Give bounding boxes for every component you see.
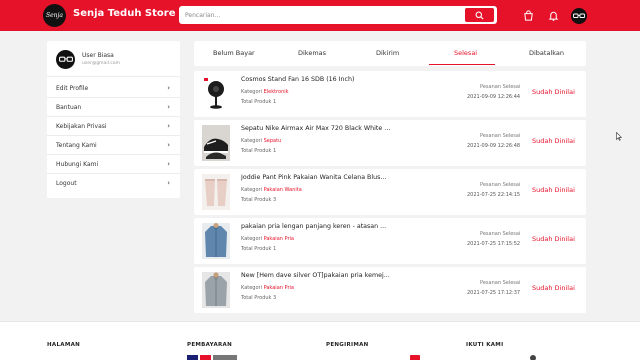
product-thumbnail-fan[interactable] bbox=[202, 76, 230, 112]
order-date: 2021-09-09 12:26:48 bbox=[467, 143, 521, 149]
order-date: 2021-07-25 17:12:37 bbox=[467, 290, 521, 296]
tab-dikemas[interactable]: Dikemas bbox=[298, 49, 326, 57]
order-date: 2021-07-25 22:14:15 bbox=[467, 192, 521, 198]
product-thumbnail-shoe[interactable] bbox=[202, 125, 230, 161]
avatar-glasses-icon bbox=[573, 13, 585, 18]
avatar-glasses-icon bbox=[58, 56, 73, 62]
menu-item-bantuan[interactable]: Bantuan › bbox=[47, 98, 180, 117]
order-date: 2021-07-25 17:15:52 bbox=[467, 241, 521, 247]
top-navbar: Senja Senja Teduh Store bbox=[0, 0, 640, 31]
bell-icon[interactable] bbox=[546, 8, 560, 22]
menu-item-hubungi-kami[interactable]: Hubungi Kami › bbox=[47, 155, 180, 174]
order-card[interactable]: New [Hem dave silver OT]pakaian pria kem… bbox=[194, 267, 586, 313]
product-thumbnail-pants[interactable] bbox=[202, 174, 230, 210]
order-card[interactable]: Sepatu Nike Airmax Air Max 720 Black Whi… bbox=[194, 120, 586, 166]
tab-belum-bayar[interactable]: Belum Bayar bbox=[213, 49, 255, 57]
product-quantity: Total Produk 3 bbox=[241, 295, 277, 301]
user-name: User Biasa bbox=[82, 52, 114, 59]
mouse-cursor-icon bbox=[616, 132, 622, 141]
menu-label: Tentang Kami bbox=[56, 142, 97, 149]
footer-heading-pengiriman: PENGIRIMAN bbox=[326, 342, 369, 348]
active-tab-indicator bbox=[429, 64, 495, 65]
user-avatar-header[interactable] bbox=[571, 8, 587, 24]
product-quantity: Total Produk 1 bbox=[241, 148, 277, 154]
order-card[interactable]: Joddie Pant Pink Pakaian Wanita Celana B… bbox=[194, 169, 586, 215]
store-name[interactable]: Senja Teduh Store bbox=[73, 8, 175, 19]
rated-status-button[interactable]: Sudah Dinilai bbox=[532, 186, 575, 194]
product-category: Kategori Pakaian Pria bbox=[241, 236, 294, 242]
chevron-right-icon: › bbox=[167, 179, 170, 187]
menu-label: Kebijakan Privasi bbox=[56, 123, 107, 130]
menu-label: Hubungi Kami bbox=[56, 161, 99, 168]
product-quantity: Total Produk 3 bbox=[241, 197, 277, 203]
profile-card: User Biasa user@gmail.com bbox=[47, 41, 180, 77]
order-status-label: Pesanan Selesai bbox=[480, 133, 521, 139]
order-status-tabs: Belum Bayar Dikemas Dikirim Selesai Diba… bbox=[194, 41, 586, 66]
profile-sidebar: User Biasa user@gmail.com Edit Profile › … bbox=[47, 41, 180, 198]
menu-item-kebijakan-privasi[interactable]: Kebijakan Privasi › bbox=[47, 117, 180, 136]
search-bar bbox=[179, 6, 497, 24]
menu-label: Logout bbox=[56, 180, 77, 187]
search-button[interactable] bbox=[465, 8, 494, 22]
chevron-right-icon: › bbox=[167, 84, 170, 92]
product-category: Kategori Elektronik bbox=[241, 89, 289, 95]
rated-status-button[interactable]: Sudah Dinilai bbox=[532, 137, 575, 145]
order-status-label: Pesanan Selesai bbox=[480, 231, 521, 237]
menu-label: Bantuan bbox=[56, 104, 82, 111]
menu-item-edit-profile[interactable]: Edit Profile › bbox=[47, 79, 180, 98]
logo-text: Senja bbox=[46, 12, 63, 19]
store-logo[interactable]: Senja bbox=[43, 4, 66, 27]
footer-heading-ikuti-kami: IKUTI KAMI bbox=[466, 342, 504, 348]
order-status-label: Pesanan Selesai bbox=[480, 84, 521, 90]
chevron-right-icon: › bbox=[167, 122, 170, 130]
product-thumbnail-denim-shirt[interactable] bbox=[202, 223, 230, 259]
product-quantity: Total Produk 1 bbox=[241, 246, 277, 252]
product-name[interactable]: Cosmos Stand Fan 16 SDB (16 Inch) bbox=[241, 76, 391, 83]
avatar bbox=[56, 50, 75, 69]
menu-item-tentang-kami[interactable]: Tentang Kami › bbox=[47, 136, 180, 155]
cart-icon[interactable] bbox=[521, 8, 535, 22]
product-name[interactable]: New [Hem dave silver OT]pakaian pria kem… bbox=[241, 272, 391, 279]
tab-selesai[interactable]: Selesai bbox=[454, 49, 477, 57]
rated-status-button[interactable]: Sudah Dinilai bbox=[532, 88, 575, 96]
product-name[interactable]: pakaian pria lengan panjang keren - atas… bbox=[241, 223, 391, 230]
product-category: Kategori Pakaian Pria bbox=[241, 285, 294, 291]
order-date: 2021-09-09 12:26:44 bbox=[467, 94, 521, 100]
product-thumbnail-grey-shirt[interactable] bbox=[202, 272, 230, 308]
search-icon bbox=[475, 11, 484, 20]
order-status-label: Pesanan Selesai bbox=[480, 280, 521, 286]
order-status-label: Pesanan Selesai bbox=[480, 182, 521, 188]
product-name[interactable]: Joddie Pant Pink Pakaian Wanita Celana B… bbox=[241, 174, 391, 181]
site-footer: HALAMAN PEMBAYARAN PENGIRIMAN IKUTI KAMI bbox=[0, 321, 640, 360]
tab-dikirim[interactable]: Dikirim bbox=[376, 49, 399, 57]
footer-heading-pembayaran: PEMBAYARAN bbox=[187, 342, 232, 348]
payment-logos bbox=[187, 355, 237, 360]
chevron-right-icon: › bbox=[167, 141, 170, 149]
order-card[interactable]: Cosmos Stand Fan 16 SDB (16 Inch) Katego… bbox=[194, 71, 586, 117]
tab-dibatalkan[interactable]: Dibatalkan bbox=[529, 49, 564, 57]
footer-heading-halaman: HALAMAN bbox=[47, 342, 81, 348]
menu-label: Edit Profile bbox=[56, 85, 89, 92]
product-category: Kategori Sepatu bbox=[241, 138, 282, 144]
order-card[interactable]: pakaian pria lengan panjang keren - atas… bbox=[194, 218, 586, 264]
rated-status-button[interactable]: Sudah Dinilai bbox=[532, 235, 575, 243]
social-media-icon[interactable] bbox=[530, 355, 536, 360]
product-category: Kategori Pakaian Wanita bbox=[241, 187, 302, 193]
shipping-logo bbox=[410, 355, 420, 360]
search-input[interactable] bbox=[185, 9, 445, 21]
menu-item-logout[interactable]: Logout › bbox=[47, 174, 180, 193]
product-quantity: Total Produk 1 bbox=[241, 99, 277, 105]
user-email: user@gmail.com bbox=[82, 61, 120, 66]
chevron-right-icon: › bbox=[167, 160, 170, 168]
product-name[interactable]: Sepatu Nike Airmax Air Max 720 Black Whi… bbox=[241, 125, 391, 132]
rated-status-button[interactable]: Sudah Dinilai bbox=[532, 284, 575, 292]
chevron-right-icon: › bbox=[167, 103, 170, 111]
